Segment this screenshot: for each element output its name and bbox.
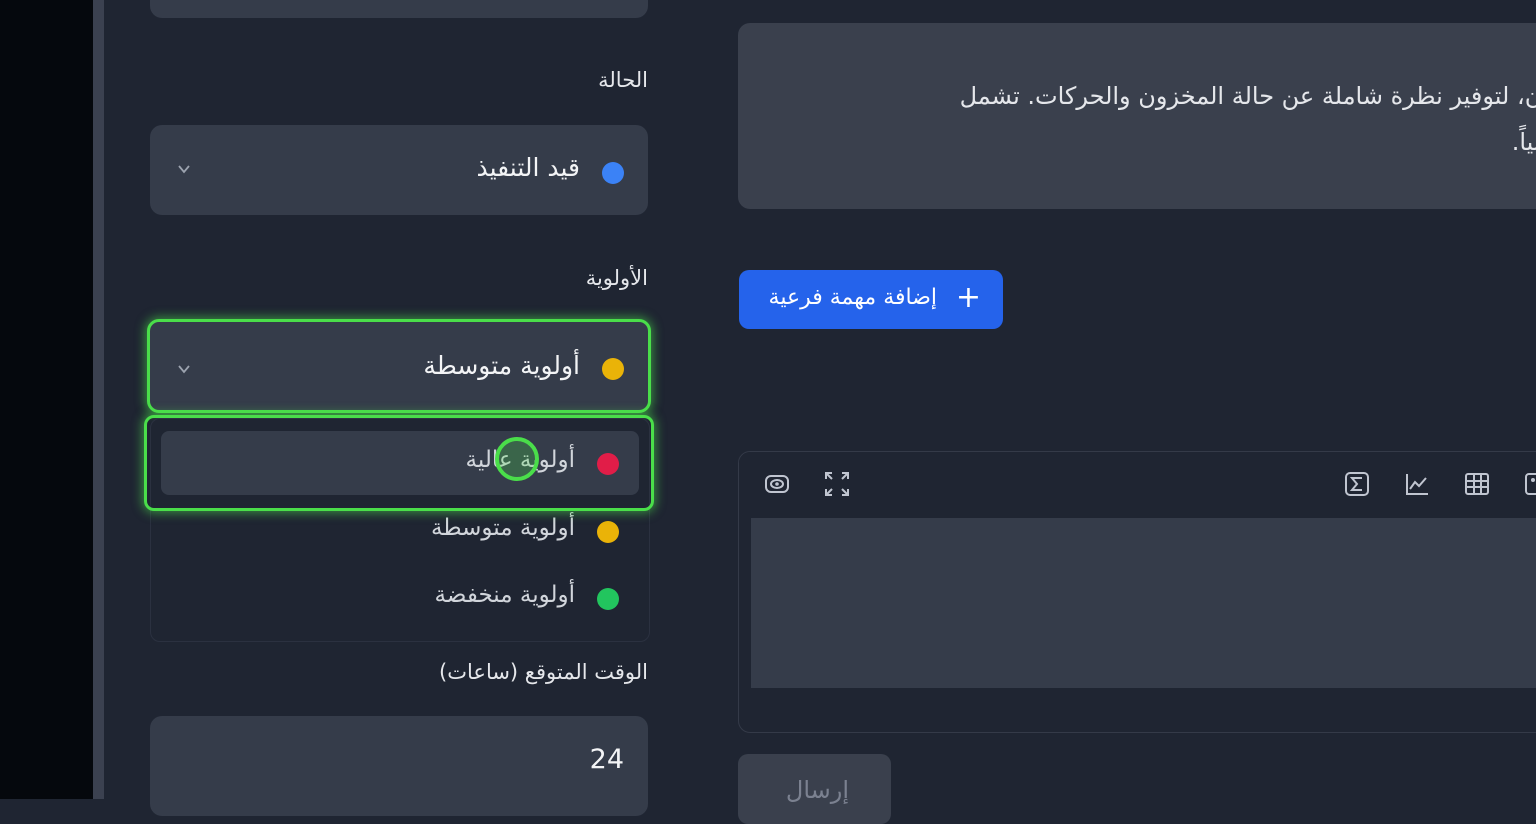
send-label: إرسال [785,776,849,804]
status-dot [602,162,624,184]
add-subtask-button[interactable]: + إضافة مهمة فرعية [739,270,1003,329]
description-box[interactable]: خزون، لتوفير نظرة شاملة عن حالة المخزون … [738,23,1536,209]
send-button[interactable]: إرسال [738,754,891,824]
option-label: أولوية منخفضة [434,582,575,608]
eye-icon[interactable] [763,470,791,498]
description-text: خزون، لتوفير نظرة شاملة عن حالة المخزون … [738,73,1536,165]
option-high-priority[interactable]: أولوية عالية [161,431,639,495]
priority-select[interactable]: أولوية متوسطة [147,319,651,413]
chevron-down-icon [178,165,190,174]
status-label: الحالة [598,68,648,92]
option-medium-priority[interactable]: أولوية متوسطة [161,499,639,563]
image-icon[interactable] [1523,470,1536,498]
chart-icon[interactable] [1403,470,1431,498]
option-label: أولوية متوسطة [430,515,575,541]
plus-icon: + [955,280,981,315]
sigma-icon[interactable] [1343,470,1371,498]
editor-text-area[interactable] [751,518,1536,688]
cursor-indicator [495,437,539,481]
description-line: خزون، لتوفير نظرة شاملة عن حالة المخزون … [959,82,1536,110]
priority-dot [602,358,624,380]
background-panel [0,0,93,799]
table-icon[interactable] [1463,470,1491,498]
expand-icon[interactable] [823,470,851,498]
high-priority-dot [597,453,619,475]
comment-editor [738,451,1536,733]
editor-toolbar [739,452,1536,516]
status-value: قيد التنفيذ [476,153,580,182]
hours-value: 24 [589,744,624,775]
low-priority-dot [597,588,619,610]
description-line: ة بيانياً. [1511,128,1536,156]
chevron-down-icon [178,365,190,374]
priority-value: أولوية متوسطة [423,351,580,380]
option-low-priority[interactable]: أولوية منخفضة [161,566,639,630]
panel-divider [93,0,104,799]
status-select[interactable]: قيد التنفيذ [150,125,648,215]
priority-label: الأولوية [585,266,648,290]
add-subtask-label: إضافة مهمة فرعية [768,285,937,310]
hours-label: الوقت المتوقع (ساعات) [439,660,648,684]
hours-input[interactable]: 24 [150,716,648,816]
priority-dropdown: أولوية عالية أولوية متوسطة أولوية منخفضة [150,418,650,642]
medium-priority-dot [597,521,619,543]
top-field[interactable] [150,0,648,18]
